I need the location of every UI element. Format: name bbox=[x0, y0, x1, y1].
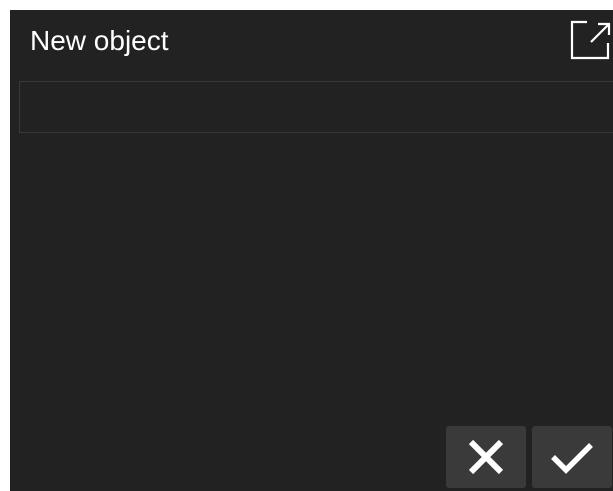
new-object-dialog: New object bbox=[10, 10, 613, 491]
cancel-button[interactable] bbox=[446, 426, 526, 488]
dialog-title: New object bbox=[30, 25, 169, 56]
expand-button[interactable] bbox=[565, 16, 613, 64]
close-icon bbox=[468, 439, 504, 475]
check-icon bbox=[551, 443, 593, 474]
object-name-input[interactable] bbox=[19, 81, 613, 133]
open-in-new-icon bbox=[570, 20, 611, 60]
confirm-button[interactable] bbox=[532, 426, 612, 488]
